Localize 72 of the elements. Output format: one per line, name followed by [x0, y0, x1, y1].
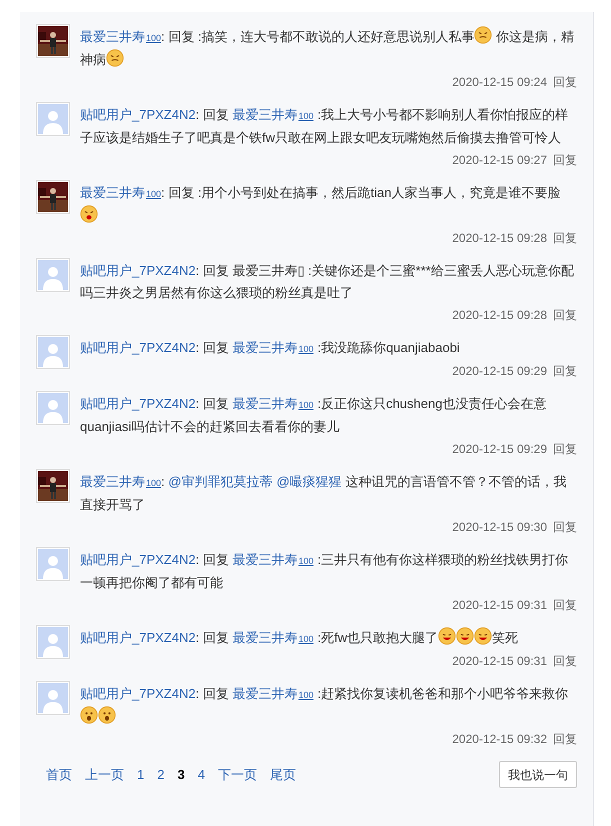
user-link[interactable]: @嘬痰猩猩	[276, 474, 342, 489]
page-link[interactable]: 首页	[46, 764, 72, 784]
user-link[interactable]: 贴吧用户_7PXZ4N2	[80, 263, 196, 278]
avatar-icon	[38, 393, 68, 423]
user-link[interactable]: 贴吧用户_7PXZ4N2	[80, 396, 196, 411]
page-link[interactable]: 3	[177, 764, 185, 784]
user-link[interactable]: 贴吧用户_7PXZ4N2	[80, 340, 196, 355]
post-time: 2020-12-15 09:31	[452, 653, 547, 669]
post-time: 2020-12-15 09:28	[452, 230, 547, 246]
page-link[interactable]: 2	[157, 764, 164, 784]
user-link[interactable]: 贴吧用户_7PXZ4N2	[80, 552, 196, 567]
post-time: 2020-12-15 09:27	[452, 152, 547, 168]
emoji-icon	[438, 627, 456, 645]
post-time: 2020-12-15 09:29	[452, 363, 547, 379]
comment-text: 最爱三井寿 100: 回复 :用个小号到处在搞事，然后跪tian人家当事人，究竟是谁不要脸	[80, 182, 577, 227]
emoji-icon	[98, 706, 116, 724]
avatar-icon	[38, 683, 68, 713]
reply-link[interactable]: 回复	[553, 441, 577, 457]
comment-text: 贴吧用户_7PXZ4N2: 回复 最爱三井寿 100 :我上大号小号都不影响别人看你怕报应的样子应该是结婚生子了吧真是个铁fw只敢在网上跟女吧友玩嘴炮然后偷摸去撸管可怜人	[80, 106, 570, 147]
emoji-icon	[474, 627, 492, 645]
avatar-icon	[38, 627, 68, 657]
user-link[interactable]: @审判罪犯莫拉蒂	[168, 474, 272, 489]
user-link[interactable]: 最爱三井寿 100	[232, 107, 314, 122]
page-link[interactable]: 下一页	[218, 764, 257, 784]
avatar-icon	[38, 260, 68, 290]
comment-text: 贴吧用户_7PXZ4N2: 回复 最爱三井寿 100 :反正你这只chusheng也没责任心会在意quanjiasi吗估计不会的赶紧回去看看你的妻儿	[80, 395, 548, 436]
emoji-icon	[106, 49, 124, 67]
reply-link[interactable]: 回复	[553, 230, 577, 246]
avatar-icon	[38, 104, 68, 134]
page-link[interactable]: 上一页	[85, 764, 124, 784]
user-link[interactable]: 最爱三井寿 100	[232, 340, 314, 355]
avatar-icon	[38, 337, 68, 367]
user-link[interactable]: 贴吧用户_7PXZ4N2	[80, 686, 196, 701]
user-link[interactable]: 最爱三井寿 100	[232, 630, 314, 645]
page-link[interactable]: 尾页	[270, 764, 296, 784]
comment-text: 最爱三井寿 100: 回复 :搞笑，连大号都不敢说的人还好意思说别人私事 你这是病，精神病	[80, 26, 577, 71]
emoji-icon	[80, 205, 98, 223]
user-link[interactable]: 最爱三井寿 100	[232, 686, 314, 701]
emoji-icon	[80, 706, 98, 724]
user-link[interactable]: 最爱三井寿 100	[232, 552, 314, 567]
comment-text: 最爱三井寿 100: @审判罪犯莫拉蒂 @嘬痰猩猩 这种诅咒的言语管不管？不管的话，我直接开骂了	[80, 473, 568, 514]
post-time: 2020-12-15 09:24	[452, 74, 547, 90]
reply-button[interactable]: 我也说一句	[499, 761, 577, 788]
reply-link[interactable]: 回复	[553, 152, 577, 168]
page-link[interactable]: 1	[137, 764, 144, 784]
post-time: 2020-12-15 09:32	[452, 731, 547, 747]
reply-link[interactable]: 回复	[553, 519, 577, 535]
post-time: 2020-12-15 09:28	[452, 307, 547, 323]
comment-text: 贴吧用户_7PXZ4N2: 回复 最爱三井寿 100 :死fw也只敢抱大腿了 笑死	[80, 627, 577, 650]
user-link[interactable]: 最爱三井寿 100	[80, 29, 162, 44]
user-link[interactable]: 最爱三井寿 100	[80, 185, 162, 200]
reply-link[interactable]: 回复	[553, 597, 577, 613]
reply-link[interactable]: 回复	[553, 363, 577, 379]
emoji-icon	[456, 627, 474, 645]
user-link[interactable]: 贴吧用户_7PXZ4N2	[80, 107, 196, 122]
comment-text: 贴吧用户_7PXZ4N2: 回复 最爱三井寿 100 :赶紧找你复读机爸爸和那个小吧爷爷来救你	[80, 683, 577, 728]
comment-text: 贴吧用户_7PXZ4N2: 回复 最爱三井寿 100 :我没跪舔你quanjiabaobi	[80, 339, 461, 357]
reply-link[interactable]: 回复	[553, 307, 577, 323]
avatar-icon	[38, 549, 68, 579]
reply-link[interactable]: 回复	[553, 653, 577, 669]
page-link[interactable]: 4	[198, 764, 205, 784]
user-link[interactable]: 贴吧用户_7PXZ4N2	[80, 630, 196, 645]
post-time: 2020-12-15 09:30	[452, 519, 547, 535]
emoji-icon	[474, 26, 492, 44]
comment-text: 贴吧用户_7PXZ4N2: 回复 最爱三井寿 100 :三井只有他有你这样猥琐的粉丝找铁男打你一顿再把你阉了都有可能	[80, 551, 570, 592]
comment-text: 贴吧用户_7PXZ4N2: 回复 最爱三井寿▯ :关键你还是个三蜜***给三蜜丢人恶心玩意你配吗三井炎之男居然有你这么猥琐的粉丝真是吐了	[80, 262, 575, 302]
user-link[interactable]: 最爱三井寿 100	[232, 396, 314, 411]
user-link[interactable]: 最爱三井寿 100	[80, 474, 162, 489]
post-time: 2020-12-15 09:31	[452, 597, 547, 613]
reply-link[interactable]: 回复	[553, 731, 577, 747]
post-time: 2020-12-15 09:29	[452, 441, 547, 457]
reply-link[interactable]: 回复	[553, 74, 577, 90]
